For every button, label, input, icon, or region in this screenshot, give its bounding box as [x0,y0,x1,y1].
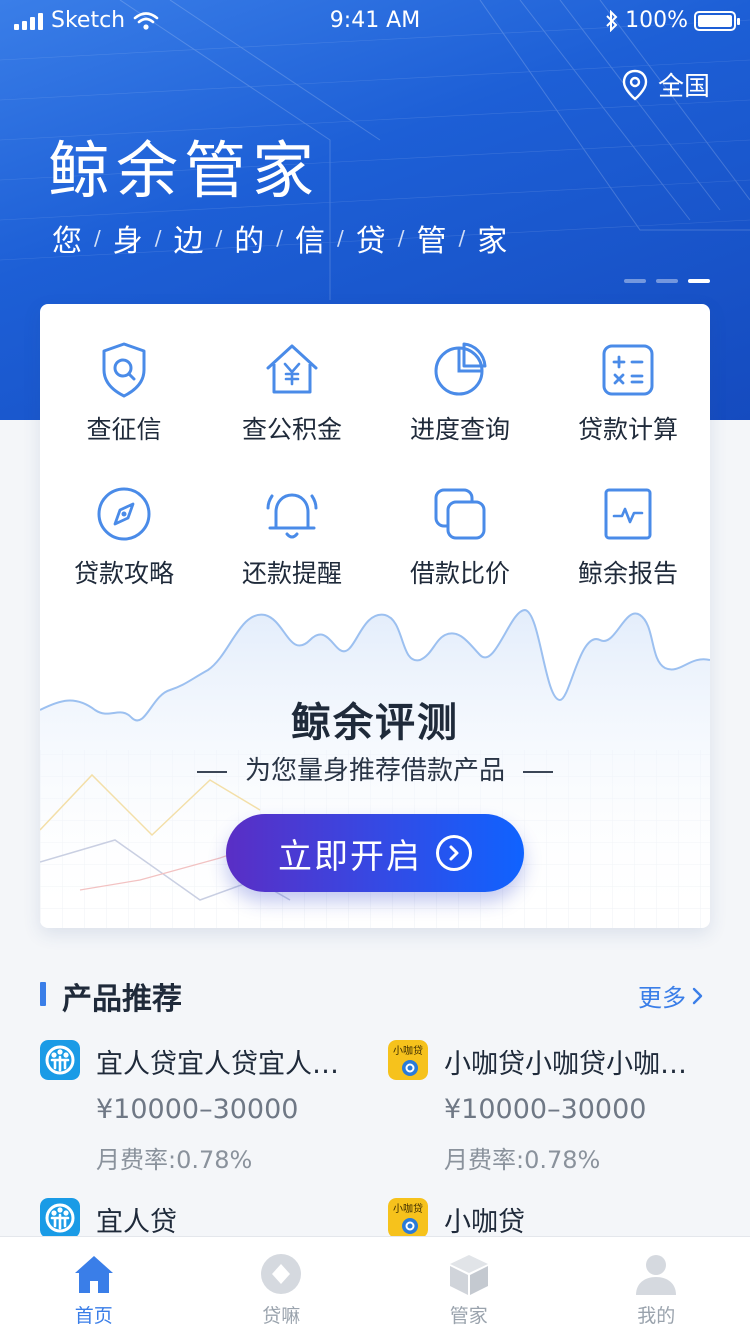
product-name: 小咖贷 [444,1207,525,1236]
carousel-indicator [624,279,710,283]
app-slogan: 您 / 身 / 边 / 的 / 信 / 贷 / 管 / 家 [52,216,507,260]
xiaokadai-logo: 小咖贷 [388,1040,428,1080]
service-report[interactable]: 鲸余报告 [544,482,710,590]
logo-text: 小咖贷 [393,1044,423,1057]
user-icon [636,1255,677,1295]
product-section-header: 产品推荐 更多 [40,972,710,1017]
product-card[interactable]: 宜人贷宜人贷宜人贷宜人贷 ¥10000–30000 月费率:0.78% [40,1040,360,1174]
product-amount: ¥10000–30000 [444,1094,647,1125]
evaluation-promo: 鲸余评测 为您量身推荐借款产品 立即开启 [40,600,710,928]
tab-home[interactable]: 首页 [0,1237,188,1334]
tab-label: 我的 [637,1305,676,1327]
tab-loan[interactable]: 贷嘛 [188,1237,376,1334]
product-rate: 月费率:0.78% [96,1146,253,1174]
service-label: 贷款攻略 [73,559,174,588]
divider [196,770,227,773]
section-accent-bar [40,982,46,1006]
service-label: 鲸余报告 [577,559,678,588]
service-credit-check[interactable]: 查征信 [40,338,208,446]
tab-label: 贷嘛 [262,1305,301,1327]
chevron-right-circle-icon [436,835,472,871]
product-card[interactable]: 小咖贷 小咖贷小咖贷小咖贷小咖贷 ¥10000–30000 月费率:0.78% [388,1040,708,1174]
compass-icon [97,487,151,541]
service-label: 查征信 [86,415,162,444]
evaluation-title: 鲸余评测 [291,700,459,746]
location-pin-icon [622,69,648,101]
location-selector[interactable]: 全国 [622,66,710,103]
service-loan-guide[interactable]: 贷款攻略 [40,482,208,590]
bluetooth-icon [606,9,618,32]
app-title: 鲸余管家 [48,134,321,207]
slogan-char: 您 [52,224,82,259]
status-bar: Sketch 9:41 AM 100% [0,0,750,40]
product-amount: ¥10000–30000 [96,1094,299,1125]
credit-shield-icon [102,342,146,398]
battery-percent: 100% [625,8,688,33]
logo-text: 小咖贷 [393,1202,423,1215]
evaluation-subtitle-row: 为您量身推荐借款产品 [40,750,710,787]
product-card[interactable]: 小咖贷 小咖贷 [388,1198,708,1236]
chevron-right-icon [692,987,703,1004]
section-title: 产品推荐 [62,982,182,1017]
slogan-char: 边 [173,224,204,259]
slogan-char: 的 [234,224,265,259]
service-label: 还款提醒 [241,559,342,588]
tab-label: 管家 [449,1305,488,1327]
bell-icon [266,493,318,539]
tab-mine[interactable]: 我的 [563,1237,750,1334]
tab-label: 首页 [74,1305,113,1327]
carousel-dot-active [688,279,710,283]
box-icon [449,1255,488,1295]
service-housing-fund[interactable]: 查公积金 [208,338,376,446]
service-label: 借款比价 [409,559,510,588]
product-name: 宜人贷宜人贷宜人贷宜人贷 [96,1049,356,1080]
service-loan-calculator[interactable]: 贷款计算 [544,338,710,446]
divider [523,770,553,773]
slogan-char: 贷 [355,224,386,259]
product-rate: 月费率:0.78% [444,1146,601,1174]
carousel-dot [656,279,678,283]
start-evaluation-button[interactable]: 立即开启 [226,814,524,892]
tab-bar: 首页 贷嘛 管家 我的 [0,1236,750,1334]
slogan-char: 信 [295,224,325,259]
housing-fund-icon [266,344,318,394]
product-name: 小咖贷小咖贷小咖贷小咖贷 [444,1049,704,1080]
service-label: 查公积金 [241,415,342,444]
app-screen: Sketch 9:41 AM 100% 全国 鲸余管家 您 / 身 / 边 / 的 / [0,0,750,1334]
slogan-char: 身 [112,224,143,259]
service-label: 进度查询 [409,415,510,444]
pie-progress-icon [434,342,487,396]
battery-icon [694,10,740,31]
slogan-char: 家 [477,224,508,259]
service-label: 贷款计算 [577,415,678,444]
report-icon [604,488,652,540]
service-loan-compare[interactable]: 借款比价 [376,482,544,590]
service-repay-reminder[interactable]: 还款提醒 [208,482,376,590]
cta-label: 立即开启 [278,836,422,877]
more-label: 更多 [638,984,686,1012]
service-progress-query[interactable]: 进度查询 [376,338,544,446]
compare-icon [434,488,486,540]
product-card[interactable]: 宜人贷 [40,1198,360,1236]
yirendai-logo [40,1198,80,1236]
carousel-dot [624,279,646,283]
calculator-icon [602,344,654,396]
product-name: 宜人贷 [96,1207,177,1236]
xiaokadai-logo: 小咖贷 [388,1198,428,1236]
service-card: 查征信 查公积金 进度查询 贷款计算 贷款攻略 还款提醒 借款比价 鲸余报告 鲸… [40,304,710,928]
evaluation-subtitle: 为您量身推荐借款产品 [244,756,505,786]
more-link[interactable]: 更多 [638,978,704,1013]
location-label: 全国 [657,72,710,102]
home-icon [74,1256,113,1293]
loan-icon [261,1254,302,1294]
slogan-char: 管 [416,224,447,259]
tab-manager[interactable]: 管家 [375,1237,563,1334]
yirendai-logo [40,1040,80,1080]
